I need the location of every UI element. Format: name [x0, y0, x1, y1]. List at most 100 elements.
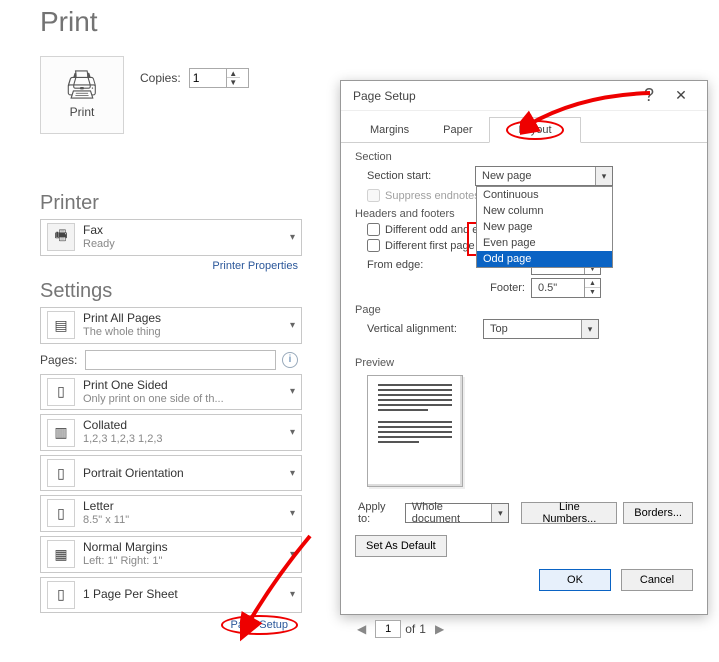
tab-layout[interactable]: Layout — [489, 117, 580, 143]
all-pages-icon: ▤ — [47, 311, 75, 339]
preview-label: Preview — [355, 357, 693, 369]
page-title: Print — [40, 6, 298, 38]
preview-thumbnail — [367, 375, 463, 487]
copies-spinner[interactable]: ▲ ▼ — [189, 68, 249, 88]
chevron-down-icon: ▾ — [290, 468, 295, 479]
paper-size-selector[interactable]: ▯ Letter 8.5" x 11" ▾ — [40, 495, 302, 532]
margins-icon: ▦ — [47, 540, 75, 568]
dropdown-option-new-page[interactable]: New page — [477, 219, 612, 235]
chevron-down-icon[interactable]: ▾ — [595, 167, 612, 185]
page-setup-oval-annotation: Page Setup — [221, 615, 299, 635]
orientation-major: Portrait Orientation — [83, 466, 290, 481]
dropdown-option-even-page[interactable]: Even page — [477, 235, 612, 251]
one-sided-minor: Only print on one side of th... — [83, 393, 290, 407]
layout-oval-annotation: Layout — [506, 120, 563, 140]
section-start-dropdown[interactable]: New page ▾ Continuous New column New pag… — [475, 166, 613, 186]
chevron-down-icon: ▾ — [290, 320, 295, 331]
printer-properties-link[interactable]: Printer Properties — [40, 260, 298, 272]
different-first-page-label: Different first page — [385, 240, 475, 252]
cancel-button[interactable]: Cancel — [621, 569, 693, 591]
pages-input[interactable] — [85, 350, 276, 370]
section-start-label: Section start: — [367, 170, 475, 182]
pages-label: Pages: — [40, 353, 77, 367]
margins-minor: Left: 1" Right: 1" — [83, 555, 290, 569]
tab-margins[interactable]: Margins — [353, 117, 426, 143]
collated-minor: 1,2,3 1,2,3 1,2,3 — [83, 433, 290, 447]
close-icon[interactable]: ✕ — [663, 87, 699, 104]
prev-page-icon[interactable]: ◀ — [352, 621, 371, 637]
dialog-tabs: Margins Paper Layout — [341, 111, 707, 143]
printer-icon: 🖨 — [64, 71, 100, 99]
one-sided-major: Print One Sided — [83, 378, 290, 393]
section-start-option-list: Continuous New column New page Even page… — [476, 186, 613, 268]
of-label: of — [405, 622, 415, 636]
spinner-up-icon[interactable]: ▲ — [227, 69, 240, 78]
tab-paper[interactable]: Paper — [426, 117, 489, 143]
chevron-down-icon[interactable]: ▾ — [491, 504, 508, 522]
vertical-alignment-value: Top — [484, 323, 581, 335]
orientation-icon: ▯ — [47, 459, 75, 487]
chevron-down-icon: ▾ — [290, 589, 295, 600]
set-as-default-button[interactable]: Set As Default — [355, 535, 447, 557]
printer-selector[interactable]: 🖷 Fax Ready ▾ — [40, 219, 302, 256]
chevron-down-icon: ▾ — [290, 549, 295, 560]
per-sheet-selector[interactable]: ▯ 1 Page Per Sheet ▾ — [40, 577, 302, 613]
help-icon[interactable]: ? — [635, 85, 663, 106]
current-page-input[interactable] — [375, 620, 401, 638]
ok-button[interactable]: OK — [539, 569, 611, 591]
pages-row: Pages: i — [40, 350, 298, 370]
letter-minor: 8.5" x 11" — [83, 514, 290, 528]
margins-major: Normal Margins — [83, 540, 290, 555]
total-pages: 1 — [419, 622, 426, 636]
dropdown-option-continuous[interactable]: Continuous — [477, 187, 612, 203]
page-setup-link-text: Page Setup — [231, 619, 289, 631]
page-setup-link[interactable]: Page Setup — [40, 615, 298, 635]
apply-to-dropdown[interactable]: Whole document ▾ — [405, 503, 510, 523]
print-all-pages-selector[interactable]: ▤ Print All Pages The whole thing ▾ — [40, 307, 302, 344]
orientation-selector[interactable]: ▯ Portrait Orientation ▾ — [40, 455, 302, 491]
print-button[interactable]: 🖨 Print — [40, 56, 124, 134]
one-sided-selector[interactable]: ▯ Print One Sided Only print on one side… — [40, 374, 302, 411]
footer-label: Footer: — [475, 282, 525, 294]
info-icon[interactable]: i — [282, 352, 298, 368]
chevron-down-icon: ▾ — [290, 386, 295, 397]
next-page-icon[interactable]: ▶ — [430, 621, 449, 637]
different-first-page-checkbox[interactable] — [367, 239, 380, 252]
collated-icon: ▥ — [47, 419, 75, 447]
spinner-down-icon[interactable]: ▼ — [227, 78, 240, 87]
one-sided-icon: ▯ — [47, 378, 75, 406]
per-sheet-major: 1 Page Per Sheet — [83, 587, 290, 602]
different-odd-even-checkbox[interactable] — [367, 223, 380, 236]
spinner-arrows[interactable]: ▲ ▼ — [226, 69, 240, 87]
collated-selector[interactable]: ▥ Collated 1,2,3 1,2,3 1,2,3 ▾ — [40, 414, 302, 451]
dropdown-option-new-column[interactable]: New column — [477, 203, 612, 219]
dropdown-option-odd-page[interactable]: Odd page — [477, 251, 612, 267]
letter-major: Letter — [83, 499, 290, 514]
from-edge-label: From edge: — [367, 259, 475, 271]
dialog-titlebar[interactable]: Page Setup ? ✕ — [341, 81, 707, 111]
page-group-label: Page — [355, 304, 693, 316]
copies-label: Copies: — [140, 71, 181, 85]
vertical-alignment-dropdown[interactable]: Top ▾ — [483, 319, 599, 339]
print-all-major: Print All Pages — [83, 311, 290, 326]
copies-input[interactable] — [190, 71, 226, 85]
chevron-down-icon: ▾ — [290, 232, 295, 243]
fax-printer-icon: 🖷 — [47, 223, 75, 251]
margins-selector[interactable]: ▦ Normal Margins Left: 1" Right: 1" ▾ — [40, 536, 302, 573]
spinner-down-icon[interactable]: ▼ — [585, 288, 600, 297]
page-setup-dialog: Page Setup ? ✕ Margins Paper Layout Sect… — [340, 80, 708, 615]
line-numbers-button[interactable]: Line Numbers... — [521, 502, 617, 524]
spinner-up-icon[interactable]: ▲ — [585, 279, 600, 288]
chevron-down-icon: ▾ — [290, 508, 295, 519]
chevron-down-icon[interactable]: ▾ — [581, 320, 598, 338]
page-navigation: ◀ of 1 ▶ — [352, 620, 449, 638]
printer-name: Fax — [83, 223, 290, 238]
apply-to-value: Whole document — [406, 501, 492, 525]
chevron-down-icon: ▾ — [290, 427, 295, 438]
dialog-body: Section Section start: New page ▾ Contin… — [341, 143, 707, 525]
collated-major: Collated — [83, 418, 290, 433]
footer-spinner[interactable]: 0.5" ▲▼ — [531, 278, 601, 298]
per-sheet-icon: ▯ — [47, 581, 75, 609]
borders-button[interactable]: Borders... — [623, 502, 693, 524]
copies-row: Copies: ▲ ▼ — [140, 68, 249, 88]
